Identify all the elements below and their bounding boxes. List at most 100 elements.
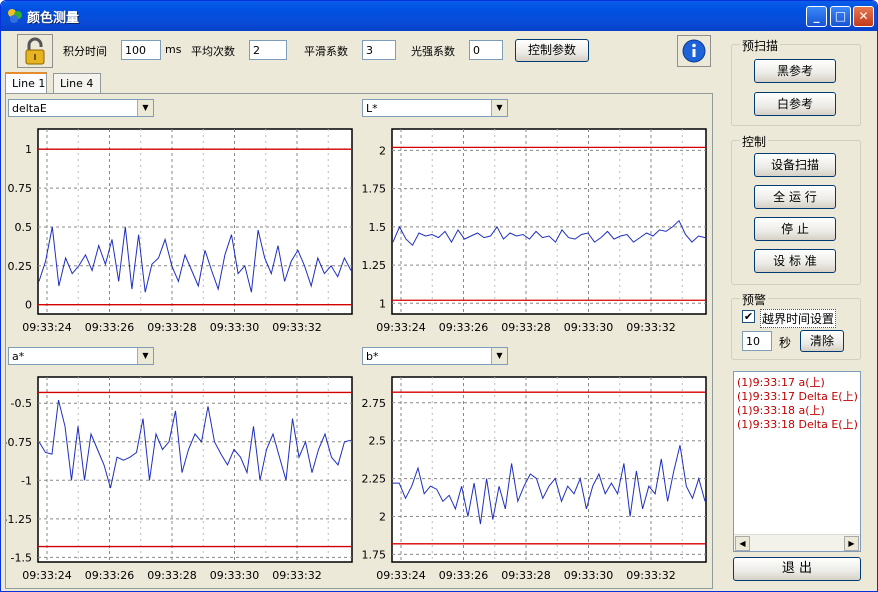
title-bar: 颜色测量 _ □ ✕ (1, 1, 877, 31)
stop-button[interactable]: 停 止 (754, 217, 836, 241)
chart-selector-value: deltaE (12, 102, 47, 115)
lock-icon (25, 37, 45, 65)
y-tick-label: 1.25 (362, 259, 387, 272)
alarm-log-list[interactable]: (1)9:33:17 a(上) (1)9:33:17 Delta E(上) (1… (733, 371, 861, 552)
y-tick-label: -1 (21, 474, 32, 487)
x-tick-label: 09:33:28 (147, 569, 196, 582)
x-tick-label: 09:33:26 (85, 569, 134, 582)
control-params-button[interactable]: 控制参数 (515, 39, 589, 62)
seconds-unit: 秒 (779, 336, 792, 350)
y-tick-label: 0.5 (15, 221, 33, 234)
y-tick-label: 1 (25, 143, 32, 156)
plot-area (37, 376, 353, 563)
chart-panel-l: L* ▼ 09:33:24 09:33:26 09:33:28 09:33:30 09:… (360, 96, 712, 344)
chart-selector-value: a* (12, 350, 25, 363)
y-tick-label: 1.75 (362, 548, 387, 561)
chart-selector-a[interactable]: a* ▼ (8, 347, 154, 365)
tab-panel: deltaE ▼ 09:33:24 09:33:26 09:33:28 09:33:3… (5, 93, 713, 589)
chart-selector-b[interactable]: b* ▼ (362, 347, 508, 365)
smooth-factor-input[interactable] (362, 40, 396, 60)
x-tick-label: 09:33:30 (564, 569, 613, 582)
tab-line-1[interactable]: Line 1 (5, 72, 47, 94)
integration-unit: ms (165, 43, 182, 56)
chart-selector-l[interactable]: L* ▼ (362, 99, 508, 117)
integration-time-label: 积分时间 (63, 45, 107, 58)
scroll-right-icon[interactable]: ▶ (844, 536, 859, 551)
toolbar: 积分时间 ms 平均次数 平滑系数 光强系数 控制参数 (5, 34, 713, 70)
scroll-left-icon[interactable]: ◀ (735, 536, 750, 551)
app-icon (8, 9, 22, 23)
tab-line-4[interactable]: Line 4 (53, 73, 101, 93)
chevron-down-icon: ▼ (491, 348, 507, 364)
prescan-group: 预扫描 黑参考 白参考 (731, 37, 861, 126)
window-title: 颜色测量 (27, 11, 80, 26)
prescan-title: 预扫描 (740, 37, 781, 54)
log-entry: (1)9:33:18 Delta E(上) (737, 418, 858, 431)
log-horizontal-scrollbar[interactable]: ◀ ▶ (734, 534, 860, 551)
black-ref-button[interactable]: 黑参考 (754, 59, 836, 83)
chevron-down-icon: ▼ (137, 348, 153, 364)
chart-panel-a: a* ▼ 09:33:24 09:33:26 09:33:28 09:33:30 09:… (6, 344, 358, 591)
threshold-time-checkbox[interactable]: ✔ (742, 310, 755, 323)
log-entry: (1)9:33:18 a(上) (737, 404, 825, 417)
average-count-input[interactable] (249, 40, 287, 60)
threshold-seconds-input[interactable] (742, 331, 772, 351)
lock-button[interactable] (17, 34, 53, 68)
y-tick-label: 0 (25, 299, 32, 312)
close-button[interactable]: ✕ (853, 6, 874, 27)
threshold-time-label: 越界时间设置 (760, 309, 837, 328)
chart-b: 09:33:24 09:33:26 09:33:28 09:33:30 09:33:32… (362, 376, 707, 582)
x-tick-label: 09:33:32 (626, 569, 675, 582)
y-tick-label: 0.75 (8, 182, 33, 195)
y-tick-label: -1.25 (6, 513, 32, 526)
y-tick-label: 2.5 (369, 435, 387, 448)
set-standard-button[interactable]: 设 标 准 (754, 249, 836, 273)
x-tick-label: 09:33:26 (439, 321, 488, 334)
light-factor-label: 光强系数 (411, 45, 455, 58)
clear-button[interactable]: 清除 (800, 330, 844, 352)
plot-area (37, 128, 353, 315)
chart-a: 09:33:24 09:33:26 09:33:28 09:33:30 09:33:32… (6, 376, 353, 582)
chart-l: 09:33:24 09:33:26 09:33:28 09:33:30 09:33:32… (362, 128, 707, 334)
x-tick-label: 09:33:30 (564, 321, 613, 334)
chart-selector-value: L* (366, 102, 378, 115)
chart-selector-value: b* (366, 350, 379, 363)
smooth-factor-label: 平滑系数 (304, 45, 348, 58)
x-tick-label: 09:33:24 (22, 321, 71, 334)
chevron-down-icon: ▼ (491, 100, 507, 116)
white-ref-button[interactable]: 白参考 (754, 92, 836, 116)
control-group: 控制 设备扫描 全 运 行 停 止 设 标 准 (731, 133, 861, 285)
alarm-group: 预警 ✔ 越界时间设置 秒 清除 (731, 291, 861, 360)
chart-selector-deltae[interactable]: deltaE ▼ (8, 99, 154, 117)
x-tick-label: 09:33:24 (22, 569, 71, 582)
x-tick-label: 09:33:26 (85, 321, 134, 334)
chevron-down-icon: ▼ (137, 100, 153, 116)
maximize-button[interactable]: □ (830, 6, 851, 27)
x-tick-label: 09:33:28 (147, 321, 196, 334)
minimize-button[interactable]: _ (806, 6, 827, 27)
x-tick-label: 09:33:30 (210, 321, 259, 334)
log-entry: (1)9:33:17 Delta E(上) (737, 390, 858, 403)
x-tick-label: 09:33:30 (210, 569, 259, 582)
light-factor-input[interactable] (469, 40, 503, 60)
x-tick-label: 09:33:32 (272, 569, 321, 582)
integration-time-input[interactable] (121, 40, 161, 60)
y-tick-label: 2.75 (362, 397, 387, 410)
y-tick-label: 2 (379, 511, 386, 524)
x-tick-label: 09:33:28 (501, 321, 550, 334)
y-tick-label: 2.25 (362, 473, 387, 486)
y-tick-label: 1 (379, 297, 386, 310)
chart-panel-b: b* ▼ 09:33:24 09:33:26 09:33:28 09:33:30 09:… (360, 344, 712, 591)
y-tick-label: 2 (379, 144, 386, 157)
x-tick-label: 09:33:32 (626, 321, 675, 334)
y-tick-label: -1.5 (11, 551, 32, 564)
exit-button[interactable]: 退 出 (733, 557, 861, 581)
device-scan-button[interactable]: 设备扫描 (754, 153, 836, 177)
chart-deltae: 09:33:24 09:33:26 09:33:28 09:33:30 09:33:32… (8, 128, 353, 334)
x-tick-label: 09:33:28 (501, 569, 550, 582)
log-entry: (1)9:33:17 a(上) (737, 376, 825, 389)
run-all-button[interactable]: 全 运 行 (754, 185, 836, 209)
info-button[interactable] (677, 35, 711, 67)
x-tick-label: 09:33:32 (272, 321, 321, 334)
average-count-label: 平均次数 (191, 45, 235, 58)
